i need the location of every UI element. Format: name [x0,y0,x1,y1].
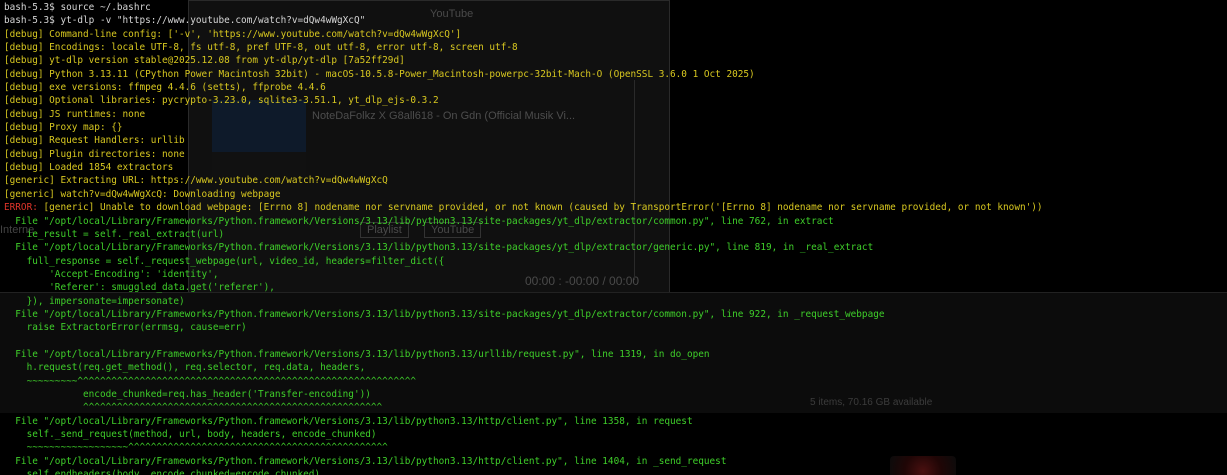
terminal-line: encode_chunked=req.has_header('Transfer-… [4,388,1224,401]
terminal-line-text: 'Accept-Encoding': 'identity', [4,268,219,280]
terminal-line: ~~~~~~~~~~~~~~~~~~^^^^^^^^^^^^^^^^^^^^^^… [4,441,1224,454]
terminal-line: [debug] Optional libraries: pycrypto-3.2… [4,94,1224,107]
terminal-line-text: File "/opt/local/Library/Frameworks/Pyth… [4,242,874,254]
terminal-line-text: self.endheaders(body, encode_chunked=enc… [4,469,321,475]
terminal-line: [debug] Loaded 1854 extractors [4,161,1224,174]
terminal-line: [generic] watch?v=dQw4wWgXcQ: Downloadin… [4,188,1224,201]
terminal-line-text: [debug] yt-dlp version stable@2025.12.08… [4,55,405,67]
terminal-line-text: raise ExtractorError(errmsg, cause=err) [4,322,247,334]
terminal-line: ERROR: [generic] Unable to download webp… [4,201,1224,214]
terminal-line: [debug] Proxy map: {} [4,121,1224,134]
terminal-line-text: [debug] Command-line config: ['-v', 'htt… [4,28,462,40]
terminal-output[interactable]: bash-5.3$ source ~/.bashrc bash-5.3$ yt-d… [4,1,1224,475]
terminal-line: [debug] exe versions: ffmpeg 4.4.6 (sett… [4,81,1224,94]
terminal-line: [debug] JS runtimes: none [4,108,1224,121]
terminal-line-text: ~~~~~~~~~~~~~~~~~~^^^^^^^^^^^^^^^^^^^^^^… [4,442,388,454]
terminal-line: ^^^^^^^^^^^^^^^^^^^^^^^^^^^^^^^^^^^^^^^^… [4,401,1224,414]
terminal-line-text: [debug] Loaded 1854 extractors [4,162,174,174]
terminal-line: ~~~~~~~~~^^^^^^^^^^^^^^^^^^^^^^^^^^^^^^^… [4,375,1224,388]
terminal-line-text: ie_result = self._real_extract(url) [4,228,225,240]
terminal-line-text: encode_chunked=req.has_header('Transfer-… [4,388,371,400]
terminal-line: 'Accept-Encoding': 'identity', [4,268,1224,281]
terminal-line: File "/opt/local/Library/Frameworks/Pyth… [4,215,1224,228]
terminal-line-text: [debug] Request Handlers: urllib [4,135,185,147]
terminal-line: File "/opt/local/Library/Frameworks/Pyth… [4,308,1224,321]
terminal-line: 'Referer': smuggled_data.get('referer'), [4,281,1224,294]
terminal-line: bash-5.3$ source ~/.bashrc [4,1,1224,14]
terminal-line-text: [generic] watch?v=dQw4wWgXcQ: Downloadin… [4,188,281,200]
terminal-line: File "/opt/local/Library/Frameworks/Pyth… [4,241,1224,254]
terminal-line: h.request(req.get_method(), req.selector… [4,361,1224,374]
terminal-line: [generic] Extracting URL: https://www.yo… [4,174,1224,187]
terminal-line-text: File "/opt/local/Library/Frameworks/Pyth… [4,455,727,467]
terminal-line: File "/opt/local/Library/Frameworks/Pyth… [4,348,1224,361]
terminal-line: [debug] yt-dlp version stable@2025.12.08… [4,54,1224,67]
terminal-line: raise ExtractorError(errmsg, cause=err) [4,321,1224,334]
terminal-line: File "/opt/local/Library/Frameworks/Pyth… [4,415,1224,428]
terminal-line-text: [debug] Proxy map: {} [4,122,123,134]
terminal-line-text: ~~~~~~~~~^^^^^^^^^^^^^^^^^^^^^^^^^^^^^^^… [4,375,417,387]
terminal-line: [debug] Encodings: locale UTF-8, fs utf-… [4,41,1224,54]
terminal-line-text: [debug] exe versions: ffmpeg 4.4.6 (sett… [4,82,326,94]
terminal-line-text: File "/opt/local/Library/Frameworks/Pyth… [4,348,710,360]
terminal-line: [debug] Command-line config: ['-v', 'htt… [4,28,1224,41]
terminal-line: [debug] Request Handlers: urllib [4,134,1224,147]
terminal-line: bash-5.3$ yt-dlp -v "https://www.youtube… [4,14,1224,27]
terminal-line-text: [generic] Extracting URL: https://www.yo… [4,175,388,187]
terminal-line: File "/opt/local/Library/Frameworks/Pyth… [4,455,1224,468]
terminal-line-text: full_response = self._request_webpage(ur… [4,255,445,267]
terminal-line: full_response = self._request_webpage(ur… [4,255,1224,268]
terminal-line-text: }), impersonate=impersonate) [4,295,185,307]
terminal-line-text: self._send_request(method, url, body, he… [4,429,377,440]
terminal-line-text: bash-5.3$ yt-dlp -v "https://www.youtube… [4,15,366,27]
terminal-line-text: [debug] Encodings: locale UTF-8, fs utf-… [4,42,518,54]
terminal-line: ie_result = self._real_extract(url) [4,228,1224,241]
error-prefix: ERROR: [4,202,38,214]
terminal-line-text: [debug] JS runtimes: none [4,108,146,120]
terminal-line: self.endheaders(body, encode_chunked=enc… [4,468,1224,475]
terminal-line-text: [debug] Python 3.13.11 (CPython Power Ma… [4,68,755,80]
terminal-line-text: ^^^^^^^^^^^^^^^^^^^^^^^^^^^^^^^^^^^^^^^^… [4,402,383,414]
terminal-line-text: h.request(req.get_method(), req.selector… [4,362,366,374]
terminal-line: [debug] Python 3.13.11 (CPython Power Ma… [4,68,1224,81]
terminal-line: [debug] Plugin directories: none [4,148,1224,161]
terminal-line-text: [debug] Plugin directories: none [4,148,185,160]
terminal-line-text: 'Referer': smuggled_data.get('referer'), [4,282,275,294]
terminal-line-text: File "/opt/local/Library/Frameworks/Pyth… [4,308,885,320]
terminal-line: self._send_request(method, url, body, he… [4,428,1224,441]
terminal-line-text: bash-5.3$ source ~/.bashrc [4,2,151,13]
terminal-line-text: [debug] Optional libraries: pycrypto-3.2… [4,95,439,107]
terminal-line-text: [generic] Unable to download webpage: [E… [37,202,1043,214]
terminal-line-text: File "/opt/local/Library/Frameworks/Pyth… [4,415,693,427]
terminal-line-text: File "/opt/local/Library/Frameworks/Pyth… [4,215,834,227]
terminal-line: }), impersonate=impersonate) [4,295,1224,308]
